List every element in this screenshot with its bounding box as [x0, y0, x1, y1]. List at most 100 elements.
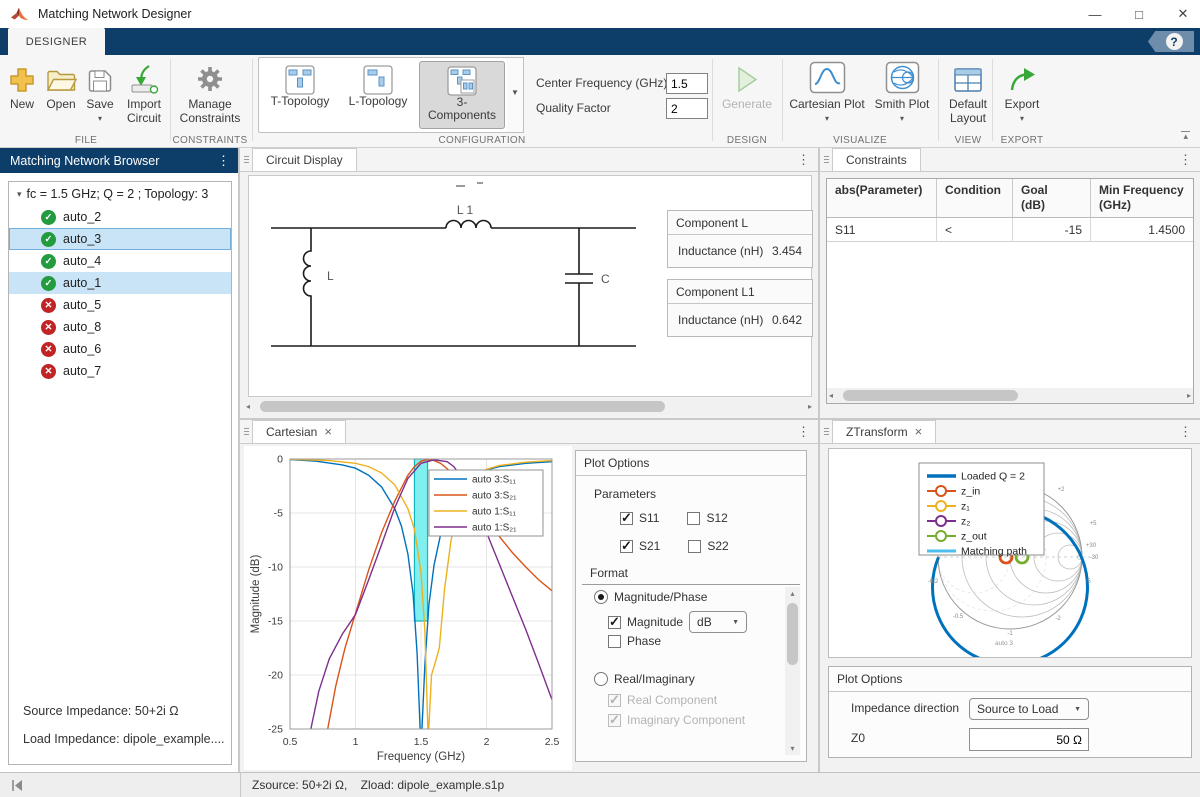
scroll-left-icon[interactable]: ◂ [246, 402, 250, 411]
chevron-down-icon: ▼ [511, 88, 519, 97]
list-item[interactable]: ✕auto_6 [9, 338, 231, 360]
tab-designer[interactable]: DESIGNER [8, 28, 105, 55]
center-frequency-input[interactable] [666, 73, 708, 94]
cartesian-plot-icon [809, 58, 846, 94]
list-item[interactable]: ✓auto_3 [9, 228, 231, 250]
scroll-right-icon[interactable]: ▸ [808, 402, 812, 411]
save-button[interactable]: Save ▾ [83, 58, 117, 126]
z0-input[interactable] [969, 728, 1089, 751]
collapse-panel-icon[interactable] [10, 779, 24, 792]
scroll-left-icon[interactable]: ◂ [829, 391, 833, 400]
format-label: Format [590, 566, 628, 580]
imaginary-component-checkbox[interactable] [608, 714, 621, 727]
panel-grip-icon[interactable] [820, 420, 832, 443]
close-icon[interactable]: × [915, 427, 923, 437]
s21-checkbox[interactable] [620, 540, 633, 553]
export-button[interactable]: Export ▾ [996, 58, 1048, 126]
default-layout-button[interactable]: Default Layout [942, 58, 994, 125]
close-button[interactable]: ✕ [1174, 6, 1192, 22]
impedance-direction-dropdown[interactable]: Source to Load▼ [969, 698, 1089, 720]
panel-grip-icon[interactable] [820, 148, 832, 171]
help-icon: ? [1166, 33, 1183, 50]
table-row[interactable]: S11 < -15 1.4500 [827, 218, 1193, 242]
export-dropdown-icon[interactable]: ▾ [1020, 112, 1024, 126]
cartesian-plot-button[interactable]: Cartesian Plot ▾ [787, 58, 867, 126]
l-topology-tile[interactable]: L-Topology [341, 61, 415, 129]
panel-grip-icon[interactable] [240, 420, 252, 443]
three-components-tile[interactable]: 3-Components [419, 61, 505, 129]
circuit-horizontal-scrollbar[interactable]: ◂ ▸ [244, 399, 814, 414]
svg-text:+5: +5 [1090, 521, 1098, 527]
cartesian-menu-icon[interactable]: ⋮ [797, 424, 810, 440]
scrollbar-thumb[interactable] [260, 401, 665, 412]
magnitude-checkbox[interactable] [608, 616, 621, 629]
scrollbar-thumb[interactable] [843, 390, 1018, 401]
s11-checkbox[interactable] [620, 512, 633, 525]
section-label-file: FILE [75, 135, 97, 146]
real-component-checkbox[interactable] [608, 694, 621, 707]
format-vertical-scrollbar[interactable]: ▴ ▾ [785, 587, 800, 755]
tab-ztransform[interactable]: ZTransform × [832, 420, 936, 443]
scrollbar-thumb[interactable] [787, 603, 798, 665]
new-button[interactable]: New [6, 58, 38, 111]
source-impedance-label: Source Impedance: 50+2i Ω [23, 704, 179, 718]
svg-text:z₂: z₂ [961, 516, 970, 528]
list-item[interactable]: ✕auto_7 [9, 360, 231, 382]
smith-chart[interactable]: +2+5+30-30-5-2-1-0.5-0.2auto 3Loaded Q =… [829, 449, 1191, 657]
export-arrow-icon [1007, 58, 1038, 94]
cartesian-plot-options: Plot Options Parameters S11 S12 S21 S22 … [575, 450, 807, 762]
tab-constraints[interactable]: Constraints [832, 148, 921, 171]
close-icon[interactable]: × [324, 427, 332, 437]
constraints-menu-icon[interactable]: ⋮ [1179, 152, 1192, 168]
phase-checkbox[interactable] [608, 635, 621, 648]
divider [240, 773, 241, 797]
t-topology-tile[interactable]: T-Topology [263, 61, 337, 129]
circuit-schematic: L 1 L C [251, 176, 666, 396]
constraints-horizontal-scrollbar[interactable]: ◂ ▸ [827, 388, 1193, 403]
minimize-button[interactable]: — [1086, 7, 1104, 22]
cartesian-plot-dropdown-icon[interactable]: ▾ [825, 112, 829, 126]
import-circuit-button[interactable]: Import Circuit [121, 58, 167, 125]
maximize-button[interactable]: □ [1130, 7, 1148, 22]
browser-menu-icon[interactable]: ⋮ [217, 153, 230, 169]
z0-label: Z0 [851, 731, 865, 745]
s11-label: S11 [639, 511, 659, 525]
quality-factor-label: Quality Factor [536, 101, 611, 115]
component-l-title: Component L [668, 211, 812, 235]
cartesian-chart[interactable]: 0.511.522.50-5-10-15-20-25Magnitude (dB)… [244, 446, 572, 770]
tree-root-node[interactable]: ▾ fc = 1.5 GHz; Q = 2 ; Topology: 3 [9, 182, 231, 206]
smith-plot-button[interactable]: Smith Plot ▾ [869, 58, 935, 126]
s12-checkbox[interactable] [687, 512, 700, 525]
tab-cartesian[interactable]: Cartesian × [252, 420, 346, 443]
gallery-expand-button[interactable]: ▼ [507, 57, 524, 133]
help-button[interactable]: ? [1148, 31, 1194, 52]
s22-checkbox[interactable] [688, 540, 701, 553]
scroll-down-icon[interactable]: ▾ [790, 744, 794, 753]
list-item[interactable]: ✕auto_8 [9, 316, 231, 338]
smith-chart-box[interactable]: +2+5+30-30-5-2-1-0.5-0.2auto 3Loaded Q =… [828, 448, 1192, 658]
list-item[interactable]: ✓auto_2 [9, 206, 231, 228]
scroll-right-icon[interactable]: ▸ [1187, 391, 1191, 400]
collapse-ribbon-button[interactable]: ▴ [1181, 131, 1190, 141]
scroll-up-icon[interactable]: ▴ [790, 589, 794, 598]
ztransform-menu-icon[interactable]: ⋮ [1179, 424, 1192, 440]
open-button[interactable]: Open [43, 58, 79, 111]
circuit-menu-icon[interactable]: ⋮ [797, 152, 810, 168]
quality-factor-input[interactable] [666, 98, 708, 119]
tab-circuit-display[interactable]: Circuit Display [252, 148, 357, 171]
inductance-value[interactable]: 0.642 [772, 313, 802, 327]
inductance-value[interactable]: 3.454 [772, 244, 802, 258]
save-dropdown-icon[interactable]: ▾ [98, 112, 102, 126]
smith-plot-dropdown-icon[interactable]: ▾ [900, 112, 904, 126]
manage-constraints-button[interactable]: Manage Constraints [180, 58, 240, 125]
list-item[interactable]: ✓auto_4 [9, 250, 231, 272]
panel-grip-icon[interactable] [240, 148, 252, 171]
magnitude-unit-dropdown[interactable]: dB▼ [689, 611, 747, 633]
real-imaginary-radio[interactable] [594, 672, 608, 686]
list-item[interactable]: ✓auto_1 [9, 272, 231, 294]
svg-text:+2: +2 [1058, 487, 1066, 493]
generate-button[interactable]: Generate [717, 58, 777, 111]
tree-collapse-icon[interactable]: ▾ [17, 189, 22, 200]
magnitude-phase-radio[interactable] [594, 590, 608, 604]
list-item[interactable]: ✕auto_5 [9, 294, 231, 316]
